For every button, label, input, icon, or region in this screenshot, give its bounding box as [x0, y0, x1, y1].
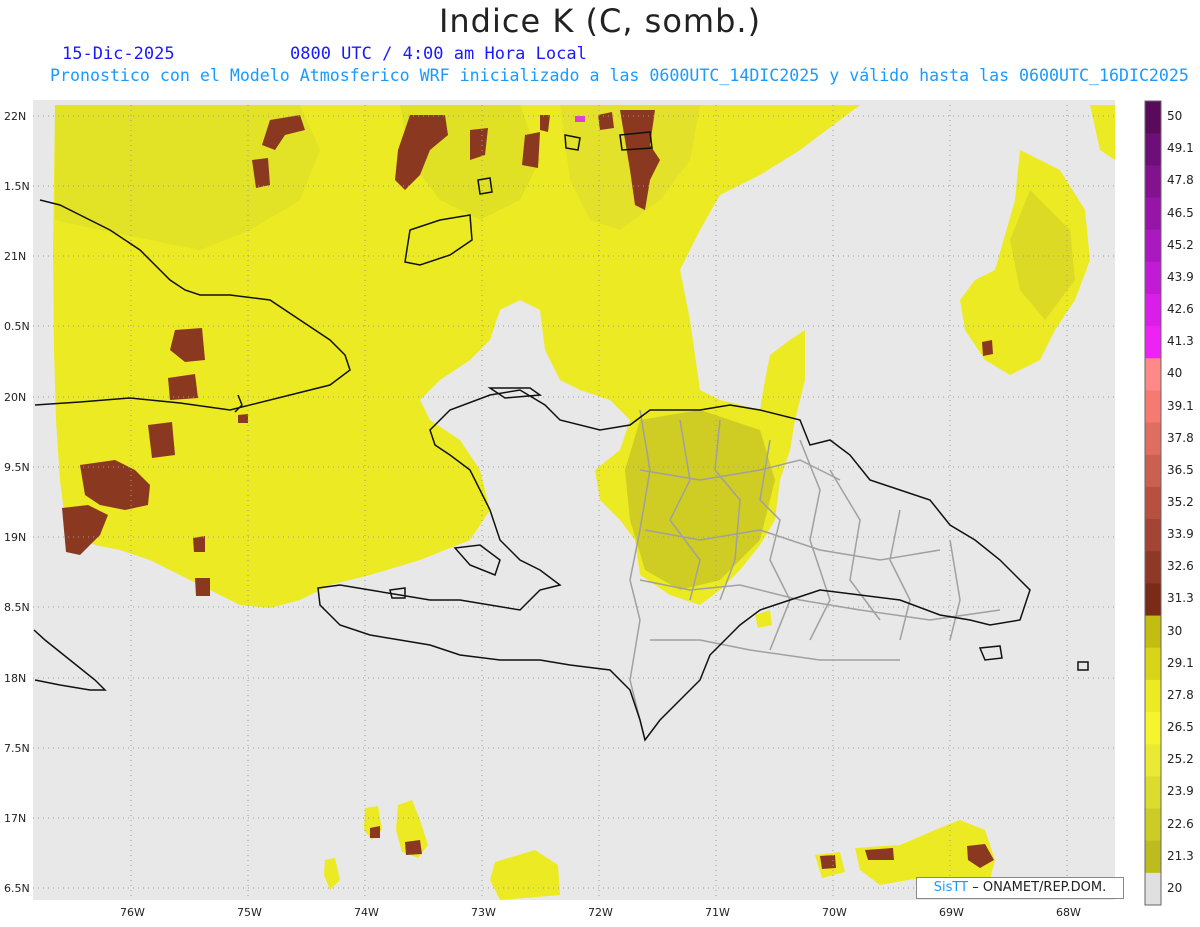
lat-label: 0.5N	[4, 320, 30, 333]
lon-label: 73W	[471, 906, 496, 919]
colorbar-label: 20	[1167, 880, 1183, 895]
colorbar-swatch	[1145, 197, 1161, 231]
colorbar-label: 33.9	[1167, 527, 1194, 542]
colorbar-swatch	[1145, 583, 1161, 617]
credit-box: SisTT – ONAMET/REP.DOM.	[916, 877, 1124, 899]
lat-label: 21N	[4, 250, 26, 263]
lon-label: 71W	[705, 906, 730, 919]
colorbar-label: 46.5	[1167, 205, 1194, 220]
colorbar-swatch	[1145, 679, 1161, 713]
colorbar-label: 39.1	[1167, 398, 1194, 413]
colorbar-swatch	[1145, 840, 1161, 874]
credit-org: – ONAMET/REP.DOM.	[972, 880, 1107, 895]
colorbar-label: 23.9	[1167, 784, 1194, 799]
colorbar-swatch	[1145, 165, 1161, 198]
colorbar-swatch	[1145, 358, 1161, 391]
lon-label: 72W	[588, 906, 613, 919]
lat-label: 20N	[4, 391, 26, 404]
colorbar-label: 49.1	[1167, 141, 1194, 156]
colorbar-label: 42.6	[1167, 302, 1194, 317]
colorbar-swatch	[1145, 422, 1161, 456]
colorbar-swatch	[1145, 647, 1161, 681]
lon-axis-labels: 76W 75W 74W 73W 72W 71W 70W 69W 68W	[120, 906, 1081, 919]
lat-axis-labels: 22N 1.5N 21N 0.5N 20N 9.5N 19N 8.5N 18N …	[4, 110, 30, 895]
colorbar-label: 35.2	[1167, 495, 1194, 509]
lat-label: 1.5N	[4, 180, 30, 193]
colorbar-label: 41.3	[1167, 334, 1194, 349]
colorbar-swatch	[1145, 551, 1161, 584]
colorbar-swatch	[1145, 744, 1161, 777]
colorbar-label: 31.3	[1167, 591, 1194, 606]
lat-label: 22N	[4, 110, 26, 123]
colorbar-swatch	[1145, 615, 1161, 649]
colorbar-label: 32.6	[1167, 559, 1194, 574]
lat-label: 8.5N	[4, 601, 30, 614]
k-index-map: 22N 1.5N 21N 0.5N 20N 9.5N 19N 8.5N 18N …	[4, 100, 1162, 919]
lon-label: 75W	[237, 906, 262, 919]
k-index-peak-patch	[575, 116, 585, 122]
lat-label: 6.5N	[4, 882, 30, 895]
colorbar-label: 45.2	[1167, 237, 1194, 252]
colorbar-swatch	[1145, 454, 1161, 488]
colorbar-label: 25.2	[1167, 752, 1194, 767]
colorbar-swatch	[1145, 776, 1161, 810]
colorbar-swatch	[1145, 390, 1161, 424]
lon-label: 76W	[120, 906, 145, 919]
colorbar-swatch	[1145, 872, 1161, 906]
colorbar-swatch	[1145, 101, 1161, 134]
lat-label: 17N	[4, 812, 26, 825]
lon-label: 70W	[822, 906, 847, 919]
colorbar	[1144, 100, 1162, 906]
colorbar-swatch	[1145, 326, 1161, 359]
lon-label: 69W	[939, 906, 964, 919]
colorbar-label: 36.5	[1167, 462, 1194, 477]
colorbar-swatch	[1145, 229, 1161, 263]
colorbar-label: 47.8	[1167, 173, 1194, 188]
colorbar-swatch	[1145, 808, 1161, 842]
lat-label: 7.5N	[4, 742, 30, 755]
colorbar-swatch	[1145, 133, 1161, 166]
colorbar-label: 26.5	[1167, 720, 1194, 735]
lon-label: 74W	[354, 906, 379, 919]
colorbar-swatch	[1145, 712, 1161, 745]
colorbar-swatch	[1145, 519, 1161, 552]
sistt-logo: SisTT	[933, 880, 969, 895]
colorbar-label: 27.8	[1167, 687, 1194, 702]
lat-label: 9.5N	[4, 461, 30, 474]
colorbar-label: 22.6	[1167, 816, 1194, 831]
colorbar-label: 30	[1167, 623, 1183, 638]
colorbar-label: 50	[1167, 109, 1183, 124]
lon-label: 68W	[1056, 906, 1081, 919]
colorbar-label: 37.8	[1167, 430, 1194, 445]
colorbar-swatch	[1145, 261, 1161, 295]
lat-label: 18N	[4, 672, 26, 685]
colorbar-label: 21.3	[1167, 848, 1194, 863]
colorbar-label: 43.9	[1167, 269, 1194, 284]
lat-label: 19N	[4, 531, 26, 544]
colorbar-label: 29.1	[1167, 655, 1194, 670]
colorbar-label: 40	[1167, 366, 1183, 381]
colorbar-swatch	[1145, 293, 1161, 327]
colorbar-swatch	[1145, 486, 1161, 520]
